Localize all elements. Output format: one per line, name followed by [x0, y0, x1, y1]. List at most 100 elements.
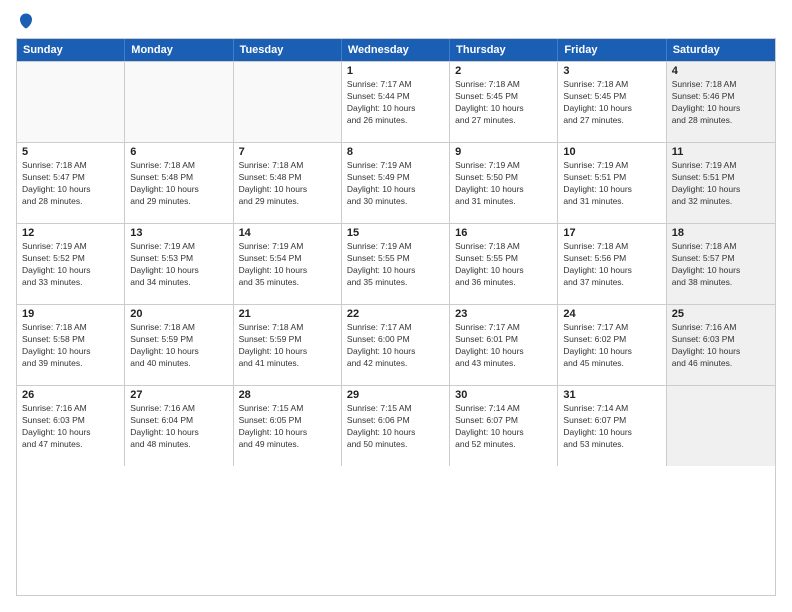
- cal-cell-day-5: 5Sunrise: 7:18 AMSunset: 5:47 PMDaylight…: [17, 143, 125, 223]
- cell-line: Sunset: 5:50 PM: [455, 172, 552, 184]
- cell-line: and 35 minutes.: [239, 277, 336, 289]
- cell-line: and 28 minutes.: [22, 196, 119, 208]
- cal-cell-day-25: 25 Sunrise: 7:16 AMSunset: 6:03 PMDayligh…: [667, 305, 775, 385]
- day-number: 9: [455, 146, 552, 158]
- cell-line: Sunrise: 7:16 AM: [130, 403, 227, 415]
- cal-cell-day-2: 2Sunrise: 7:18 AMSunset: 5:45 PMDaylight…: [450, 62, 558, 142]
- day-number: 18: [672, 227, 770, 239]
- cell-line: and 29 minutes.: [130, 196, 227, 208]
- cell-line: Daylight: 10 hours: [455, 103, 552, 115]
- cell-line: Sunrise: 7:18 AM: [22, 160, 119, 172]
- cell-line: and 45 minutes.: [563, 358, 660, 370]
- cell-line: Daylight: 10 hours: [130, 265, 227, 277]
- cell-line: and 47 minutes.: [22, 439, 119, 451]
- cell-line: and 40 minutes.: [130, 358, 227, 370]
- cell-line: Sunrise: 7:18 AM: [672, 241, 770, 253]
- cell-line: Daylight: 10 hours: [672, 346, 770, 358]
- cell-line: Daylight: 10 hours: [455, 265, 552, 277]
- cell-line: Sunrise: 7:17 AM: [455, 322, 552, 334]
- day-number: 5: [22, 146, 119, 158]
- cell-line: Sunset: 6:03 PM: [672, 334, 770, 346]
- cell-line: Daylight: 10 hours: [347, 184, 444, 196]
- cell-line: Daylight: 10 hours: [130, 184, 227, 196]
- cell-line: Sunset: 6:04 PM: [130, 415, 227, 427]
- cell-line: and 29 minutes.: [239, 196, 336, 208]
- cell-line: Sunset: 5:48 PM: [130, 172, 227, 184]
- cell-line: Sunrise: 7:16 AM: [22, 403, 119, 415]
- cal-cell-day-13: 13Sunrise: 7:19 AMSunset: 5:53 PMDayligh…: [125, 224, 233, 304]
- cell-line: and 34 minutes.: [130, 277, 227, 289]
- day-number: 4: [672, 65, 770, 77]
- cell-line: Sunrise: 7:18 AM: [563, 241, 660, 253]
- day-number: 2: [455, 65, 552, 77]
- logo-icon: [17, 12, 35, 30]
- cell-line: Sunset: 6:05 PM: [239, 415, 336, 427]
- cal-cell-day-15: 15Sunrise: 7:19 AMSunset: 5:55 PMDayligh…: [342, 224, 450, 304]
- day-number: 31: [563, 389, 660, 401]
- cal-cell-day-30: 30Sunrise: 7:14 AMSunset: 6:07 PMDayligh…: [450, 386, 558, 466]
- cal-header-saturday: Saturday: [667, 39, 775, 61]
- cal-cell-day-24: 24Sunrise: 7:17 AMSunset: 6:02 PMDayligh…: [558, 305, 666, 385]
- cell-line: Sunrise: 7:19 AM: [22, 241, 119, 253]
- cal-row-4: 26Sunrise: 7:16 AMSunset: 6:03 PMDayligh…: [17, 385, 775, 466]
- cell-line: Sunrise: 7:18 AM: [239, 160, 336, 172]
- cell-line: Sunset: 5:56 PM: [563, 253, 660, 265]
- cell-line: Sunrise: 7:19 AM: [239, 241, 336, 253]
- cal-header-thursday: Thursday: [450, 39, 558, 61]
- cal-cell-day-21: 21Sunrise: 7:18 AMSunset: 5:59 PMDayligh…: [234, 305, 342, 385]
- cell-line: Sunset: 5:59 PM: [239, 334, 336, 346]
- day-number: 30: [455, 389, 552, 401]
- day-number: 17: [563, 227, 660, 239]
- cell-line: Daylight: 10 hours: [563, 427, 660, 439]
- cell-line: Daylight: 10 hours: [22, 265, 119, 277]
- day-number: 12: [22, 227, 119, 239]
- cell-line: Sunrise: 7:18 AM: [22, 322, 119, 334]
- calendar-header-row: SundayMondayTuesdayWednesdayThursdayFrid…: [17, 39, 775, 61]
- cal-cell-day-6: 6Sunrise: 7:18 AMSunset: 5:48 PMDaylight…: [125, 143, 233, 223]
- cell-line: Sunrise: 7:16 AM: [672, 322, 770, 334]
- cell-line: Sunset: 5:57 PM: [672, 253, 770, 265]
- cal-cell-day-4: 4Sunrise: 7:18 AMSunset: 5:46 PMDaylight…: [667, 62, 775, 142]
- cal-row-3: 19Sunrise: 7:18 AMSunset: 5:58 PMDayligh…: [17, 304, 775, 385]
- cell-line: and 31 minutes.: [563, 196, 660, 208]
- cal-row-0: 1Sunrise: 7:17 AMSunset: 5:44 PMDaylight…: [17, 61, 775, 142]
- day-number: 1: [347, 65, 444, 77]
- cal-cell-day-10: 10Sunrise: 7:19 AMSunset: 5:51 PMDayligh…: [558, 143, 666, 223]
- cell-line: and 31 minutes.: [455, 196, 552, 208]
- cell-line: Sunset: 5:46 PM: [672, 91, 770, 103]
- cal-cell-day-23: 23Sunrise: 7:17 AMSunset: 6:01 PMDayligh…: [450, 305, 558, 385]
- day-number: 19: [22, 308, 119, 320]
- cell-line: Daylight: 10 hours: [130, 346, 227, 358]
- cell-line: Daylight: 10 hours: [347, 103, 444, 115]
- cell-line: Daylight: 10 hours: [563, 103, 660, 115]
- cal-cell-day-9: 9Sunrise: 7:19 AMSunset: 5:50 PMDaylight…: [450, 143, 558, 223]
- day-number: 7: [239, 146, 336, 158]
- cell-line: Sunset: 5:53 PM: [130, 253, 227, 265]
- cell-line: Daylight: 10 hours: [239, 346, 336, 358]
- cell-line: Daylight: 10 hours: [347, 427, 444, 439]
- cell-line: Sunrise: 7:18 AM: [130, 322, 227, 334]
- cal-cell-day-18: 18Sunrise: 7:18 AMSunset: 5:57 PMDayligh…: [667, 224, 775, 304]
- day-number: 8: [347, 146, 444, 158]
- cell-line: and 50 minutes.: [347, 439, 444, 451]
- cell-line: and 27 minutes.: [455, 115, 552, 127]
- calendar: SundayMondayTuesdayWednesdayThursdayFrid…: [16, 38, 776, 596]
- cell-line: Sunset: 6:03 PM: [22, 415, 119, 427]
- day-number: 6: [130, 146, 227, 158]
- cal-cell-empty-0-0: [17, 62, 125, 142]
- cell-line: and 49 minutes.: [239, 439, 336, 451]
- cell-line: and 26 minutes.: [347, 115, 444, 127]
- cal-cell-day-22: 22Sunrise: 7:17 AMSunset: 6:00 PMDayligh…: [342, 305, 450, 385]
- cal-cell-day-7: 7Sunrise: 7:18 AMSunset: 5:48 PMDaylight…: [234, 143, 342, 223]
- cell-line: Sunset: 5:55 PM: [455, 253, 552, 265]
- cell-line: Daylight: 10 hours: [672, 184, 770, 196]
- cell-line: and 39 minutes.: [22, 358, 119, 370]
- day-number: 25: [672, 308, 770, 320]
- day-number: 26: [22, 389, 119, 401]
- cal-cell-day-1: 1Sunrise: 7:17 AMSunset: 5:44 PMDaylight…: [342, 62, 450, 142]
- cell-line: and 27 minutes.: [563, 115, 660, 127]
- cal-header-friday: Friday: [558, 39, 666, 61]
- cell-line: Sunset: 6:00 PM: [347, 334, 444, 346]
- cell-line: and 38 minutes.: [672, 277, 770, 289]
- cal-cell-day-29: 29Sunrise: 7:15 AMSunset: 6:06 PMDayligh…: [342, 386, 450, 466]
